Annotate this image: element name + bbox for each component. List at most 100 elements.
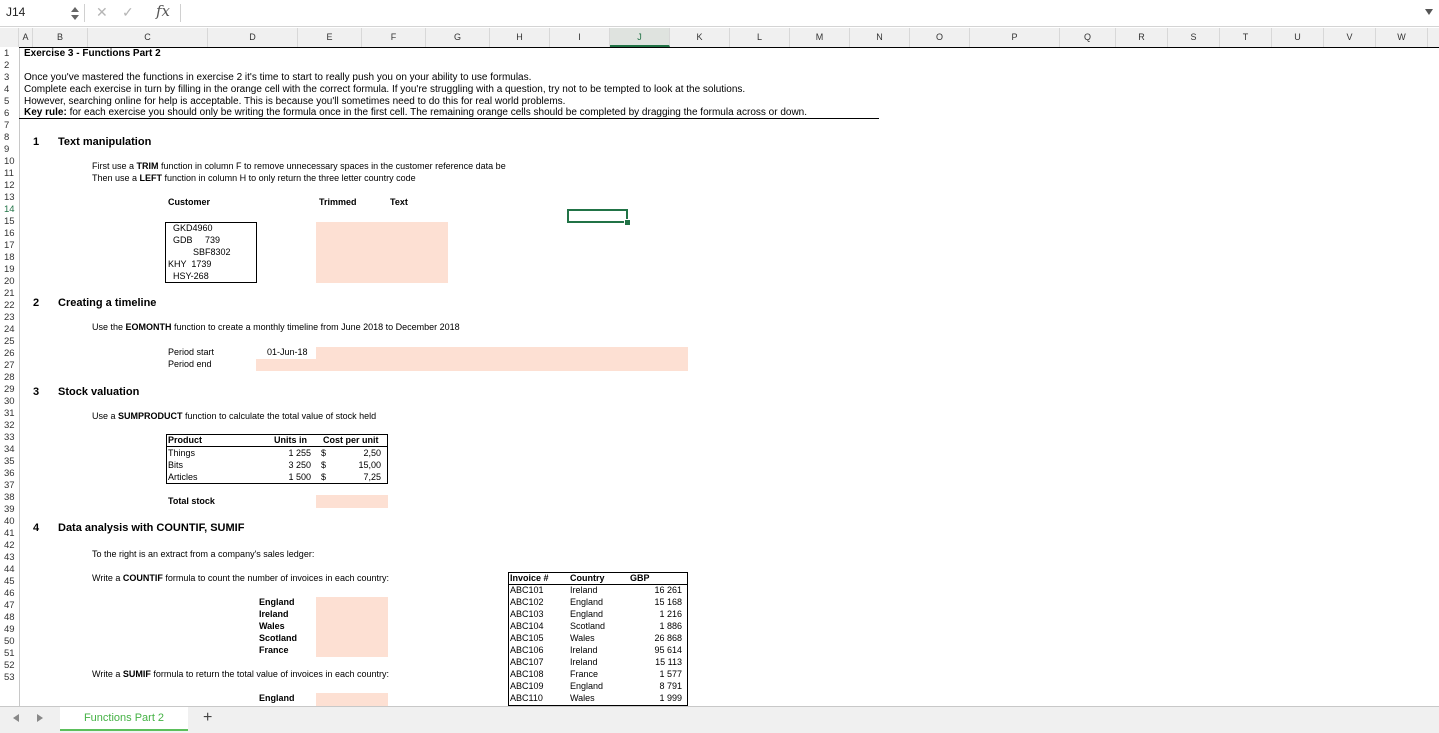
row-header-7[interactable]: 7 — [0, 120, 20, 132]
product-currency[interactable]: $ — [321, 471, 326, 483]
customer-cell[interactable]: GDB 739 — [168, 234, 220, 246]
ledger-country[interactable]: Wales — [570, 632, 595, 644]
column-header-p[interactable]: P — [970, 28, 1060, 47]
product-currency[interactable]: $ — [321, 447, 326, 459]
row-header-39[interactable]: 39 — [0, 504, 20, 516]
row-header-15[interactable]: 15 — [0, 216, 20, 228]
ledger-gbp[interactable]: 26 868 — [630, 632, 682, 644]
period-end-input-cells[interactable] — [256, 359, 688, 371]
row-header-30[interactable]: 30 — [0, 396, 20, 408]
row-header-53[interactable]: 53 — [0, 672, 20, 684]
ledger-invoice[interactable]: ABC105 — [510, 632, 544, 644]
ledger-country[interactable]: Ireland — [570, 584, 598, 596]
previous-sheet-icon[interactable] — [12, 713, 20, 723]
row-header-32[interactable]: 32 — [0, 420, 20, 432]
next-sheet-icon[interactable] — [36, 713, 44, 723]
total-stock-input[interactable] — [316, 495, 388, 508]
row-header-48[interactable]: 48 — [0, 612, 20, 624]
insert-function-icon[interactable]: fx — [156, 2, 170, 20]
row-header-33[interactable]: 33 — [0, 432, 20, 444]
row-header-13[interactable]: 13 — [0, 192, 20, 204]
period-start-input-cells[interactable] — [316, 347, 688, 359]
column-header-g[interactable]: G — [426, 28, 490, 47]
column-header-x[interactable]: X — [1428, 28, 1439, 47]
product-cost[interactable]: 2,50 — [350, 447, 381, 459]
ledger-invoice[interactable]: ABC102 — [510, 596, 544, 608]
column-header-k[interactable]: K — [670, 28, 730, 47]
row-header-4[interactable]: 4 — [0, 84, 20, 96]
column-header-v[interactable]: V — [1324, 28, 1376, 47]
ledger-gbp[interactable]: 1 886 — [630, 620, 682, 632]
row-header-40[interactable]: 40 — [0, 516, 20, 528]
product-cost[interactable]: 15,00 — [350, 459, 381, 471]
cancel-icon[interactable]: ✕ — [96, 4, 108, 21]
row-header-23[interactable]: 23 — [0, 312, 20, 324]
ledger-invoice[interactable]: ABC104 — [510, 620, 544, 632]
row-header-26[interactable]: 26 — [0, 348, 20, 360]
fill-handle[interactable] — [624, 219, 631, 226]
column-header-q[interactable]: Q — [1060, 28, 1116, 47]
column-header-i[interactable]: I — [550, 28, 610, 47]
ledger-gbp[interactable]: 8 791 — [630, 680, 682, 692]
column-header-o[interactable]: O — [910, 28, 970, 47]
ledger-gbp[interactable]: 95 614 — [630, 644, 682, 656]
ledger-gbp[interactable]: 16 261 — [630, 584, 682, 596]
row-header-43[interactable]: 43 — [0, 552, 20, 564]
row-header-22[interactable]: 22 — [0, 300, 20, 312]
row-header-5[interactable]: 5 — [0, 96, 20, 108]
row-header-44[interactable]: 44 — [0, 564, 20, 576]
column-header-d[interactable]: D — [208, 28, 298, 47]
column-header-t[interactable]: T — [1220, 28, 1272, 47]
column-header-m[interactable]: M — [790, 28, 850, 47]
column-header-a[interactable]: A — [19, 28, 33, 47]
customer-cell[interactable]: GKD4960 — [168, 222, 213, 234]
row-header-8[interactable]: 8 — [0, 132, 20, 144]
column-header-s[interactable]: S — [1168, 28, 1220, 47]
ledger-gbp[interactable]: 1 999 — [630, 692, 682, 704]
row-header-41[interactable]: 41 — [0, 528, 20, 540]
active-cell[interactable] — [567, 209, 628, 223]
row-header-21[interactable]: 21 — [0, 288, 20, 300]
row-header-11[interactable]: 11 — [0, 168, 20, 180]
period-start-value[interactable]: 01-Jun-18 — [267, 346, 308, 358]
ledger-invoice[interactable]: ABC101 — [510, 584, 544, 596]
ledger-country[interactable]: England — [570, 608, 603, 620]
ledger-country[interactable]: France — [570, 668, 598, 680]
product-name[interactable]: Things — [168, 447, 195, 459]
ledger-invoice[interactable]: ABC109 — [510, 680, 544, 692]
row-header-29[interactable]: 29 — [0, 384, 20, 396]
row-header-25[interactable]: 25 — [0, 336, 20, 348]
row-header-2[interactable]: 2 — [0, 60, 20, 72]
enter-icon[interactable]: ✓ — [122, 4, 134, 21]
ledger-gbp[interactable]: 1 577 — [630, 668, 682, 680]
column-header-r[interactable]: R — [1116, 28, 1168, 47]
row-header-28[interactable]: 28 — [0, 372, 20, 384]
product-name[interactable]: Articles — [168, 471, 198, 483]
column-header-u[interactable]: U — [1272, 28, 1324, 47]
select-all-corner[interactable] — [0, 28, 19, 47]
product-name[interactable]: Bits — [168, 459, 183, 471]
row-header-52[interactable]: 52 — [0, 660, 20, 672]
row-header-31[interactable]: 31 — [0, 408, 20, 420]
row-header-12[interactable]: 12 — [0, 180, 20, 192]
row-header-35[interactable]: 35 — [0, 456, 20, 468]
countif-input-cells[interactable] — [316, 597, 388, 657]
customer-cell[interactable]: KHY 1739 — [168, 258, 211, 270]
row-header-6[interactable]: 6 — [0, 108, 20, 120]
ledger-invoice[interactable]: ABC106 — [510, 644, 544, 656]
row-header-20[interactable]: 20 — [0, 276, 20, 288]
row-header-9[interactable]: 9 — [0, 144, 20, 156]
ledger-country[interactable]: Ireland — [570, 644, 598, 656]
ledger-country[interactable]: Ireland — [570, 656, 598, 668]
row-header-46[interactable]: 46 — [0, 588, 20, 600]
sumif-input-cell[interactable] — [316, 693, 388, 706]
row-header-27[interactable]: 27 — [0, 360, 20, 372]
column-header-w[interactable]: W — [1376, 28, 1428, 47]
row-header-24[interactable]: 24 — [0, 324, 20, 336]
row-header-36[interactable]: 36 — [0, 468, 20, 480]
ledger-invoice[interactable]: ABC110 — [510, 692, 543, 704]
row-header-49[interactable]: 49 — [0, 624, 20, 636]
row-header-3[interactable]: 3 — [0, 72, 20, 84]
name-box[interactable]: J14 — [6, 5, 25, 19]
ledger-gbp[interactable]: 1 216 — [630, 608, 682, 620]
